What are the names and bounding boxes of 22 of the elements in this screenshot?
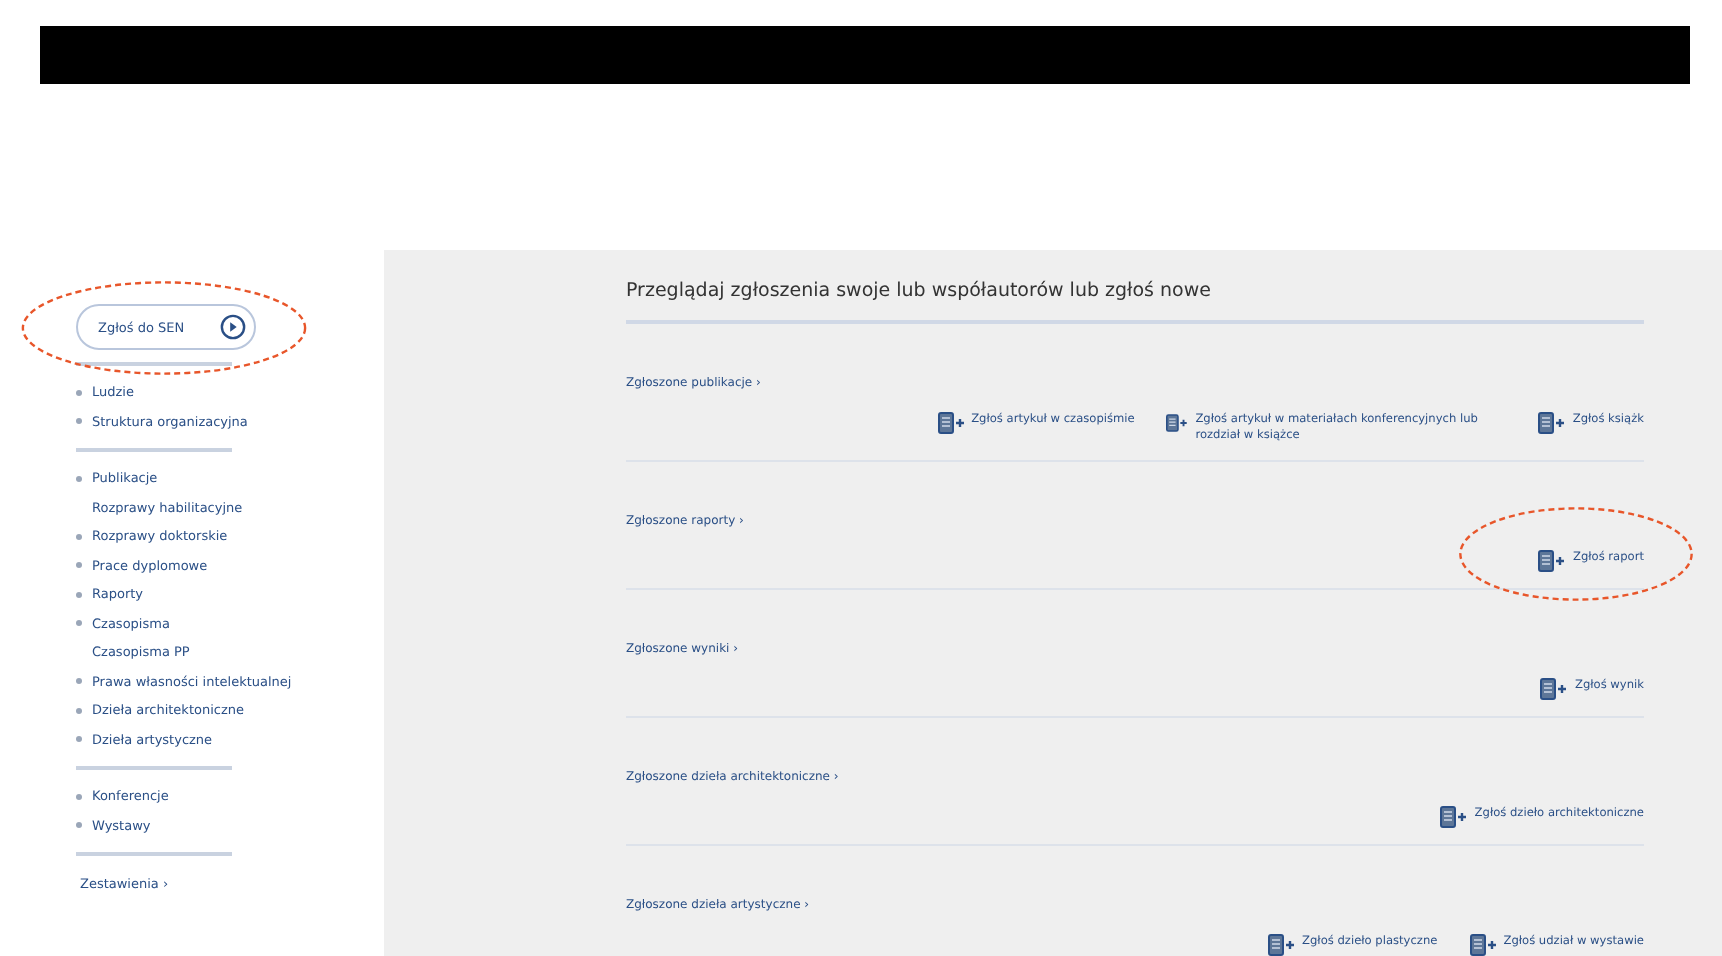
document-add-icon bbox=[1540, 678, 1567, 700]
bullet-icon bbox=[76, 591, 82, 598]
bullet-icon bbox=[76, 707, 82, 714]
bullet-icon bbox=[76, 620, 82, 627]
bullet-icon bbox=[76, 793, 82, 800]
bullet-icon bbox=[76, 736, 82, 743]
document-add-icon bbox=[1538, 550, 1565, 572]
document-add-icon bbox=[1469, 934, 1496, 956]
document-add-icon bbox=[1268, 934, 1295, 956]
document-add-icon bbox=[1538, 412, 1565, 434]
bullet-icon bbox=[76, 562, 82, 569]
play-icon bbox=[220, 314, 246, 340]
document-add-icon bbox=[937, 412, 964, 434]
bullet-icon bbox=[76, 418, 82, 425]
bullet-icon bbox=[76, 475, 82, 482]
bullet-icon bbox=[76, 389, 82, 396]
bullet-icon bbox=[76, 678, 82, 685]
document-add-icon bbox=[1440, 806, 1467, 828]
panel-heading: Przeglądaj zgłoszenia swoje lub współautorów lub zgłoś nowe bbox=[626, 280, 1644, 324]
bullet-icon bbox=[76, 822, 82, 829]
document-add-icon bbox=[1166, 412, 1188, 434]
bullet-icon bbox=[76, 533, 82, 540]
